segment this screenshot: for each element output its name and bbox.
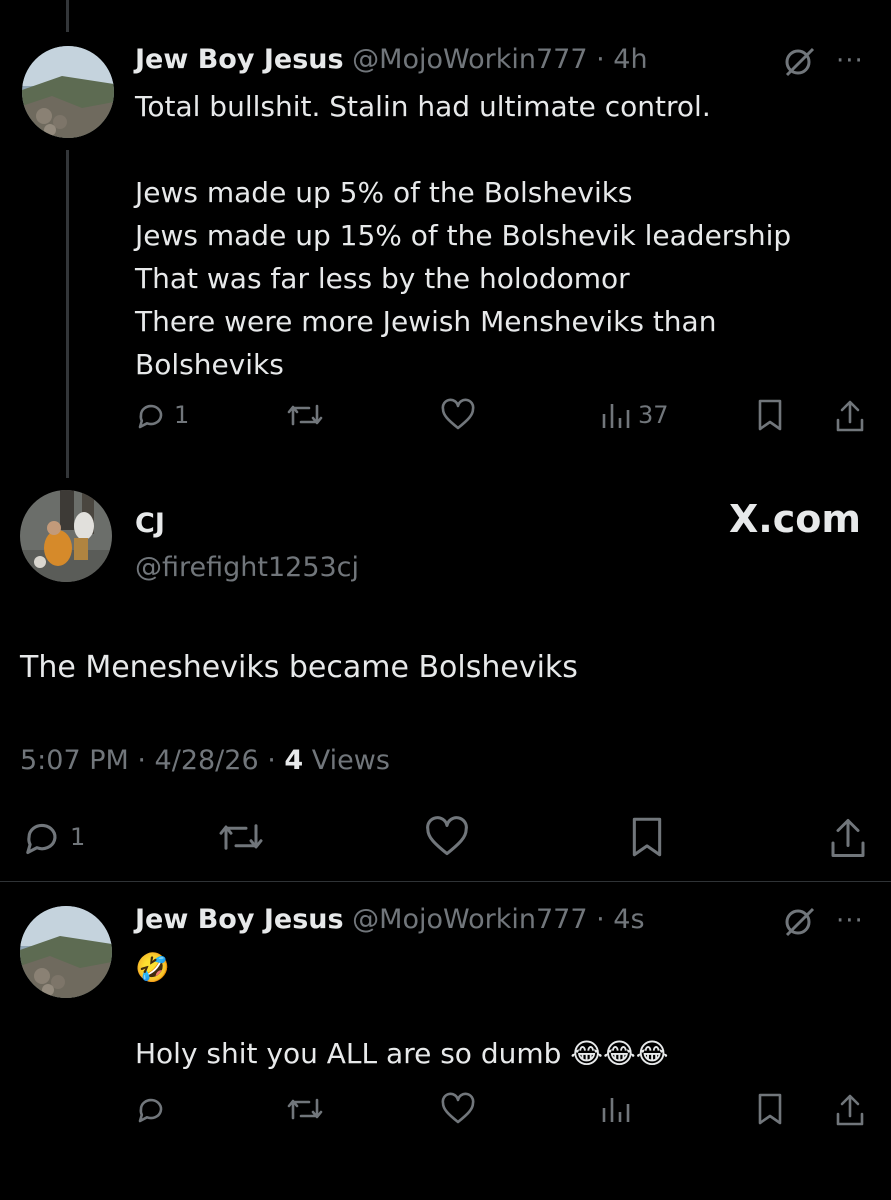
tweet-emoji: 🤣 (135, 951, 170, 984)
reply-icon (26, 823, 57, 855)
tweet-line: There were more Jewish Mensheviks than (135, 305, 717, 338)
tweet-timestamp[interactable]: 5:07 PM · 4/28/26 · (20, 745, 276, 776)
retweet-icon (287, 404, 323, 426)
heart-icon (441, 398, 475, 430)
divider (0, 881, 891, 882)
views-icon (602, 404, 630, 428)
tweet-actions: 1 37 (0, 398, 891, 438)
bookmark-button[interactable] (755, 1092, 785, 1126)
tweet-text: Holy shit you ALL are so dumb 😂😂😂 (135, 1037, 669, 1070)
retweet-button[interactable] (216, 815, 266, 859)
retweet-icon (287, 1098, 323, 1120)
reply-icon (138, 1098, 163, 1123)
user-handle[interactable]: @MojoWorkin777 (352, 904, 587, 935)
user-handle[interactable]: @firefight1253cj (135, 546, 359, 590)
display-name[interactable]: Jew Boy Jesus (135, 904, 344, 935)
reply-count: 1 (174, 401, 190, 429)
x-logo: X.com (729, 497, 861, 541)
reply-icon (138, 404, 163, 429)
avatar[interactable] (22, 46, 114, 138)
bookmark-icon (758, 1093, 782, 1125)
tweet-actions: 1 (0, 815, 891, 857)
share-button[interactable] (828, 815, 868, 861)
tweet-meta: 5:07 PM · 4/28/26 · 4 Views (20, 745, 390, 776)
avatar[interactable] (20, 490, 112, 582)
reply-count: 1 (70, 823, 86, 851)
tweet-line: That was far less by the holodomor (135, 262, 630, 295)
tweet-header: Jew Boy Jesus @MojoWorkin777 · 4s (135, 904, 645, 935)
share-icon (836, 1094, 864, 1126)
retweet-icon (219, 824, 263, 850)
heart-icon (441, 1092, 475, 1124)
views-count: 4 (284, 745, 304, 776)
bookmark-button[interactable] (755, 398, 785, 432)
share-button[interactable] (834, 398, 866, 434)
thread-line-top (66, 0, 69, 32)
display-name[interactable]: CJ (135, 502, 359, 546)
views-button[interactable] (600, 1092, 632, 1126)
bookmark-button[interactable] (628, 815, 666, 859)
reply-button[interactable]: 1 (134, 398, 189, 432)
like-button[interactable] (424, 815, 470, 859)
tweet-line: Bolsheviks (135, 348, 284, 381)
views-label: Views (311, 745, 390, 776)
reply-button[interactable] (134, 1092, 168, 1126)
like-button[interactable] (440, 1092, 476, 1126)
retweet-button[interactable] (285, 398, 325, 432)
more-options-icon[interactable]: ··· (836, 46, 864, 76)
author-block: CJ @firefight1253cj (135, 502, 359, 590)
user-handle[interactable]: @MojoWorkin777 (352, 44, 587, 75)
tweet-text: The Menesheviks became Bolsheviks (20, 650, 578, 685)
tweet-line (135, 128, 791, 171)
share-icon (836, 400, 864, 432)
grok-icon[interactable] (782, 906, 818, 942)
display-name[interactable]: Jew Boy Jesus (135, 44, 344, 75)
views-button[interactable]: 37 (600, 398, 669, 432)
tweet-line: Jews made up 5% of the Bolsheviks (135, 176, 633, 209)
tweet-actions (0, 1092, 891, 1132)
retweet-button[interactable] (285, 1092, 325, 1126)
views-icon (602, 1098, 630, 1122)
grok-icon[interactable] (782, 46, 818, 82)
views-count: 37 (638, 401, 669, 429)
tweet-time[interactable]: · 4h (596, 44, 647, 75)
share-icon (831, 819, 865, 857)
tweet-line: Jews made up 15% of the Bolshevik leader… (135, 219, 792, 252)
reply-button[interactable]: 1 (20, 815, 85, 859)
heart-icon (426, 816, 468, 856)
share-button[interactable] (834, 1092, 866, 1128)
tweet-header: Jew Boy Jesus @MojoWorkin777 · 4h (135, 44, 648, 75)
tweet-time[interactable]: · 4s (596, 904, 644, 935)
bookmark-icon (632, 817, 662, 857)
like-button[interactable] (440, 398, 476, 432)
more-options-icon[interactable]: ··· (836, 906, 864, 936)
tweet-line: Total bullshit. Stalin had ultimate cont… (135, 90, 711, 123)
bookmark-icon (758, 399, 782, 431)
tweet-text: Total bullshit. Stalin had ultimate cont… (135, 85, 791, 386)
avatar[interactable] (20, 906, 112, 998)
